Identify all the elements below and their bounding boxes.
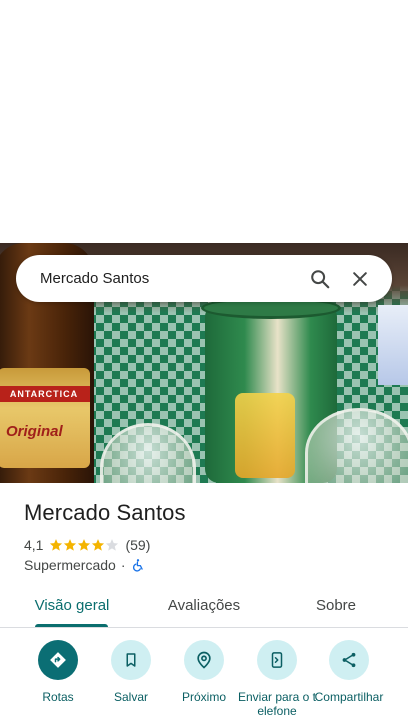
rating-value: 4,1 (24, 537, 44, 553)
rating-stars (49, 538, 119, 552)
photo-glass (100, 423, 196, 483)
search-bar[interactable]: Mercado Santos (16, 255, 392, 302)
nearby-button[interactable]: Próximo (163, 640, 245, 704)
separator-dot: · (120, 557, 126, 573)
share-label: Compartilhar (314, 690, 384, 704)
wheelchair-accessible-icon (132, 559, 143, 572)
send-to-phone-icon[interactable] (257, 640, 297, 680)
bottle-band-text: ANTARCTICA (9, 389, 79, 399)
star-icon (50, 539, 63, 551)
save-button[interactable]: Salvar (90, 640, 172, 704)
active-tab-indicator (35, 624, 108, 627)
action-buttons: Rotas Salvar Próximo Enviar para o telef… (0, 640, 408, 726)
nearby-icon[interactable] (184, 640, 224, 680)
rating-row[interactable]: 4,1 (59) (24, 536, 150, 554)
place-title: Mercado Santos (24, 500, 186, 525)
tab-reviews[interactable]: Avaliações (156, 583, 252, 627)
share-icon[interactable] (329, 640, 369, 680)
tab-about[interactable]: Sobre (300, 583, 372, 627)
bottle-brand-text: Original (6, 423, 63, 440)
star-icon (64, 539, 77, 551)
star-icon (78, 539, 91, 551)
place-tabs: Visão geral Avaliações Sobre (0, 583, 408, 628)
nearby-label: Próximo (181, 690, 226, 704)
bookmark-icon[interactable] (111, 640, 151, 680)
close-icon[interactable] (340, 259, 380, 299)
reviews-count[interactable]: (59) (125, 537, 150, 553)
category-row: Supermercado · (24, 556, 145, 574)
bottle-label: ANTARCTICA Original (0, 368, 90, 468)
send-to-phone-label: Enviar para o telefone (237, 690, 317, 718)
share-button[interactable]: Compartilhar (308, 640, 390, 704)
search-input[interactable]: Mercado Santos (40, 270, 300, 287)
star-icon (92, 539, 105, 551)
search-icon[interactable] (300, 259, 340, 299)
photo-box (378, 305, 408, 385)
tab-overview[interactable]: Visão geral (24, 583, 120, 627)
save-label: Salvar (113, 690, 148, 704)
send-to-phone-button[interactable]: Enviar para o telefone (236, 640, 318, 718)
place-category: Supermercado (24, 557, 116, 573)
star-empty-icon (106, 539, 119, 551)
directions-icon[interactable] (38, 640, 78, 680)
directions-button[interactable]: Rotas (17, 640, 99, 704)
map-area[interactable] (0, 0, 408, 243)
directions-label: Rotas (42, 690, 74, 704)
